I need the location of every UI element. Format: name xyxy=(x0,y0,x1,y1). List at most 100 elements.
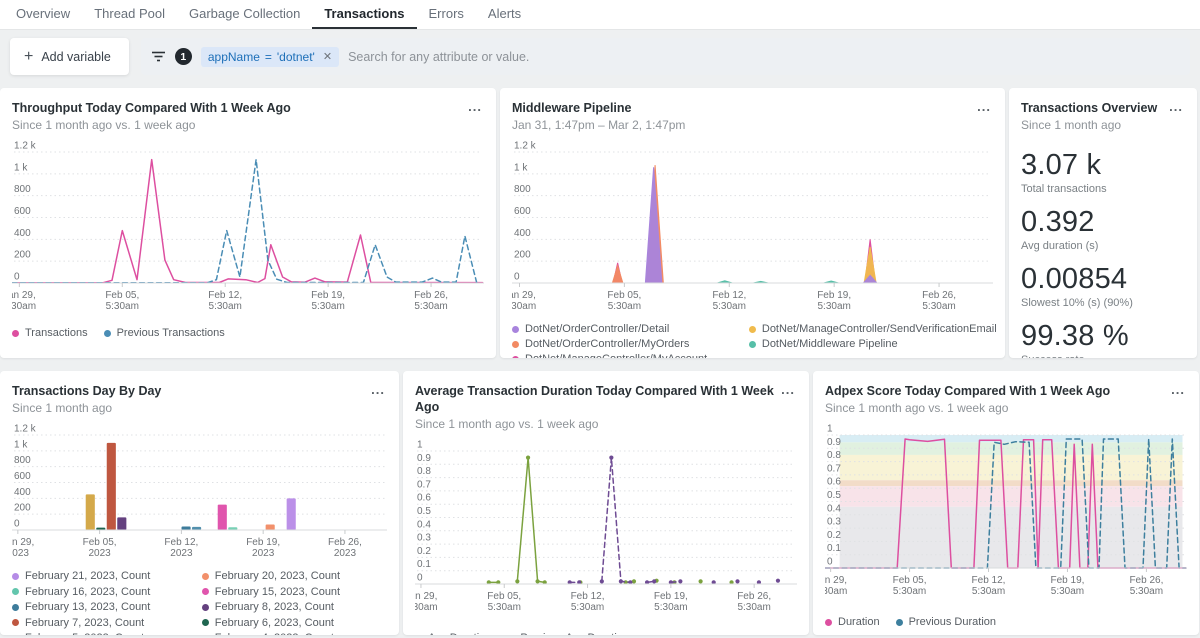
tab-overview[interactable]: Overview xyxy=(4,0,82,29)
legend-item[interactable]: DotNet/OrderController/MyOrders xyxy=(512,338,743,350)
tab-transactions[interactable]: Transactions xyxy=(312,0,416,29)
legend-swatch-icon xyxy=(825,619,832,626)
svg-text:200: 200 xyxy=(514,250,531,261)
tab-alerts[interactable]: Alerts xyxy=(476,0,533,29)
svg-text:Jan 29,5:30am: Jan 29,5:30am xyxy=(825,575,847,597)
legend-item[interactable]: DotNet/ManageController/MyAccount xyxy=(512,353,743,358)
svg-text:Feb 19,5:30am: Feb 19,5:30am xyxy=(1051,575,1085,597)
panel-subtitle: Since 1 month ago xyxy=(12,400,161,416)
svg-text:0.3: 0.3 xyxy=(827,517,841,528)
throughput-chart[interactable]: 1.2 k1 k8006004002000Jan 29,5:30amFeb 05… xyxy=(12,139,484,315)
legend-label: February 7, 2023, Count xyxy=(25,617,144,629)
legend-item[interactable]: DotNet/ManageController/SendVerification… xyxy=(749,323,999,335)
filter-count-badge: 1 xyxy=(175,48,192,65)
legend-label: Previous Transactions xyxy=(117,327,225,339)
legend-item[interactable]: February 8, 2023, Count xyxy=(202,601,393,613)
svg-text:200: 200 xyxy=(14,250,31,261)
legend-label: February 21, 2023, Count xyxy=(25,570,150,582)
legend-item[interactable]: Previous Duration xyxy=(896,616,996,628)
legend-item[interactable]: February 4, 2023, Count xyxy=(202,632,393,635)
stat-label: Avg duration (s) xyxy=(1021,240,1185,252)
svg-text:0.9: 0.9 xyxy=(827,437,841,448)
legend-item[interactable]: February 15, 2023, Count xyxy=(202,586,393,598)
legend-swatch-icon xyxy=(896,619,903,626)
panel-menu-button[interactable]: ... xyxy=(369,383,387,397)
legend-item[interactable]: Avg Duration xyxy=(415,632,491,635)
svg-text:Feb 05,5:30am: Feb 05,5:30am xyxy=(487,591,521,613)
svg-text:Feb 26,5:30am: Feb 26,5:30am xyxy=(414,290,448,312)
stat-block: 3.07 kTotal transactions xyxy=(1021,149,1185,195)
legend-label: DotNet/OrderController/Detail xyxy=(525,323,669,335)
svg-text:Jan 29,5:30am: Jan 29,5:30am xyxy=(12,290,36,312)
legend-item[interactable]: DotNet/OrderController/Detail xyxy=(512,323,743,335)
legend-item[interactable]: February 7, 2023, Count xyxy=(12,617,196,629)
legend-label: February 16, 2023, Count xyxy=(25,586,150,598)
legend-label: February 20, 2023, Count xyxy=(215,570,340,582)
svg-text:400: 400 xyxy=(14,487,31,498)
svg-text:Feb 12,5:30am: Feb 12,5:30am xyxy=(208,290,242,312)
panel-transactions-overview: Transactions Overview Since 1 month ago … xyxy=(1009,88,1197,358)
legend-swatch-icon xyxy=(12,635,19,636)
panel-title: Middleware Pipeline xyxy=(512,100,685,116)
legend-item[interactable]: February 20, 2023, Count xyxy=(202,570,393,582)
svg-text:0.5: 0.5 xyxy=(417,506,431,517)
legend-item[interactable]: Previous Transactions xyxy=(104,327,225,339)
panel-subtitle: Jan 31, 1:47pm – Mar 2, 1:47pm xyxy=(512,117,685,133)
panel-menu-button[interactable]: ... xyxy=(1169,383,1187,397)
legend-label: Avg Duration xyxy=(428,632,491,635)
panel-subtitle: Since 1 month ago vs. 1 week ago xyxy=(12,117,291,133)
svg-text:1: 1 xyxy=(827,424,833,435)
panel-throughput: Throughput Today Compared With 1 Week Ag… xyxy=(0,88,496,358)
panel-menu-button[interactable]: ... xyxy=(779,383,797,397)
legend-item[interactable]: Previous Avg Duration xyxy=(507,632,629,635)
panel-title: Average Transaction Duration Today Compa… xyxy=(415,383,779,415)
chip-remove-icon[interactable]: ✕ xyxy=(323,50,332,63)
add-variable-button[interactable]: + Add variable xyxy=(10,38,129,75)
panel-menu-button[interactable]: ... xyxy=(975,100,993,114)
legend-item[interactable]: February 5, 2023, Count xyxy=(12,632,196,635)
filter-chip-appname[interactable]: appName = 'dotnet' ✕ xyxy=(201,47,339,67)
tab-errors[interactable]: Errors xyxy=(417,0,476,29)
svg-text:800: 800 xyxy=(14,184,31,195)
svg-text:0.8: 0.8 xyxy=(417,466,431,477)
search-input[interactable] xyxy=(348,50,1180,64)
panel-menu-button[interactable]: ... xyxy=(466,100,484,114)
legend-item[interactable]: February 16, 2023, Count xyxy=(12,586,196,598)
middleware-chart[interactable]: 1.2 k1 k8006004002000Jan 29,5:30amFeb 05… xyxy=(512,139,993,315)
filter-funnel-icon[interactable] xyxy=(151,50,166,63)
svg-text:Feb 19,5:30am: Feb 19,5:30am xyxy=(817,290,851,312)
legend-label: DotNet/Middleware Pipeline xyxy=(762,338,898,350)
legend-item[interactable]: Transactions xyxy=(12,327,88,339)
tab-garbage-collection[interactable]: Garbage Collection xyxy=(177,0,312,29)
middleware-legend: DotNet/OrderController/Detail DotNet/Orde… xyxy=(512,323,993,358)
stat-value: 0.00854 xyxy=(1021,263,1185,296)
chip-operator: = xyxy=(265,50,272,64)
apdex-chart[interactable]: 10.90.80.70.60.50.40.30.20.10Jan 29,5:30… xyxy=(825,422,1187,600)
legend-item[interactable]: Duration xyxy=(825,616,880,628)
avg-duration-chart[interactable]: 10.90.80.70.60.50.40.30.20.10Jan 29,5:30… xyxy=(415,438,797,616)
legend-label: February 4, 2023, Count xyxy=(215,632,334,635)
svg-text:1.2 k: 1.2 k xyxy=(514,141,537,152)
stat-label: Slowest 10% (s) (90%) xyxy=(1021,297,1185,309)
svg-text:0.6: 0.6 xyxy=(827,477,841,488)
tab-thread-pool[interactable]: Thread Pool xyxy=(82,0,177,29)
legend-swatch-icon xyxy=(202,573,209,580)
panel-subtitle: Since 1 month ago xyxy=(1021,117,1157,133)
svg-text:Feb 19,5:30am: Feb 19,5:30am xyxy=(311,290,345,312)
legend-label: DotNet/OrderController/MyOrders xyxy=(525,338,689,350)
attribute-search-bar[interactable]: 1 appName = 'dotnet' ✕ xyxy=(141,38,1190,75)
legend-swatch-icon xyxy=(512,341,519,348)
panel-menu-button[interactable]: ... xyxy=(1167,100,1185,114)
legend-item[interactable]: February 6, 2023, Count xyxy=(202,617,393,629)
day-by-day-chart[interactable]: 1.2 k1 k8006004002000Jan 29,2023Feb 05,2… xyxy=(12,422,387,564)
svg-text:400: 400 xyxy=(14,228,31,239)
legend-item[interactable]: February 21, 2023, Count xyxy=(12,570,196,582)
svg-text:0.6: 0.6 xyxy=(417,493,431,504)
legend-label: February 13, 2023, Count xyxy=(25,601,150,613)
svg-text:Jan 29,5:30am: Jan 29,5:30am xyxy=(415,591,438,613)
legend-item[interactable]: February 13, 2023, Count xyxy=(12,601,196,613)
legend-swatch-icon xyxy=(512,356,519,359)
plus-icon: + xyxy=(24,48,33,66)
svg-text:1.2 k: 1.2 k xyxy=(14,141,37,152)
legend-item[interactable]: DotNet/Middleware Pipeline xyxy=(749,338,999,350)
